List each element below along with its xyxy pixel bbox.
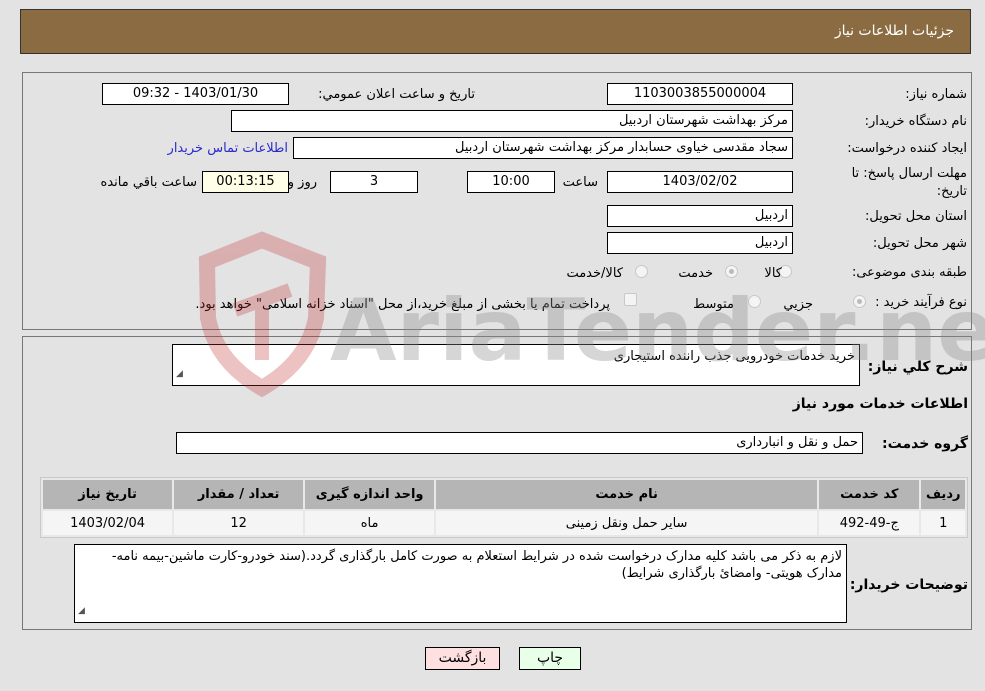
creator-field: سجاد مقدسی خیاوی حسابدار مرکز بهداشت شهر… (293, 137, 793, 159)
cell-row-number: 1 (921, 511, 965, 535)
city-label: شهر محل تحویل: (872, 236, 967, 251)
cell-unit: ماه (305, 511, 435, 535)
description-label: شرح کلي نیاز: (867, 359, 968, 375)
deadline-time-field: 10:00 (467, 171, 555, 193)
process-label: نوع فرآیند خرید : (875, 295, 967, 310)
resize-handle-icon[interactable]: ◢ (176, 366, 183, 383)
back-button[interactable]: بازگشت (425, 647, 500, 670)
buyer-contact-link[interactable]: اطلاعات تماس خریدار (168, 141, 288, 157)
column-header-quantity: تعداد / مقدار (174, 480, 304, 509)
page-title: جزئیات اطلاعات نیاز (834, 23, 954, 39)
buyer-org-label: نام دستگاه خریدار: (864, 114, 967, 129)
remaining-time-label: ساعت باقي مانده (100, 175, 197, 190)
buyer-notes-label: توضیحات خریدار: (849, 577, 968, 593)
process-radio-minor[interactable] (853, 295, 866, 308)
need-number-label: شماره نیاز: (905, 87, 967, 102)
services-table: ردیف کد خدمت نام خدمت واحد اندازه گیری ت… (40, 477, 968, 538)
category-option-goods-service: کالا/خدمت (566, 266, 623, 281)
province-field: اردبیل (607, 205, 793, 227)
category-option-service: خدمت (678, 266, 713, 281)
cell-quantity: 12 (174, 511, 304, 535)
column-header-unit: واحد اندازه گیری (305, 480, 435, 509)
cell-need-date: 1403/02/04 (43, 511, 173, 535)
process-radio-medium[interactable] (748, 295, 761, 308)
category-radio-service[interactable] (725, 265, 738, 278)
table-header-row: ردیف کد خدمت نام خدمت واحد اندازه گیری ت… (43, 480, 965, 509)
description-text: خرید خدمات خودرویی جذب راننده استیجاری (613, 349, 855, 364)
creator-label: ایجاد کننده درخواست: (847, 141, 967, 156)
category-radio-goods-service[interactable] (635, 265, 648, 278)
city-field: اردبیل (607, 232, 793, 254)
print-button[interactable]: چاپ (519, 647, 581, 670)
category-label: طبقه بندی موضوعی: (851, 265, 967, 280)
process-option-medium: متوسط (693, 297, 734, 312)
remaining-time-field: 00:13:15 (202, 171, 289, 193)
description-textarea[interactable]: خرید خدمات خودرویی جذب راننده استیجاری ◢ (172, 344, 860, 386)
service-group-field: حمل و نقل و انبارداری (176, 432, 863, 454)
column-header-need-date: تاریخ نیاز (43, 480, 173, 509)
province-label: استان محل تحویل: (865, 209, 967, 224)
column-header-service-code: کد خدمت (819, 480, 920, 509)
buyer-org-field: مرکز بهداشت شهرستان اردبیل (231, 110, 793, 132)
services-section-title: اطلاعات خدمات مورد نیاز (792, 396, 968, 412)
deadline-date-field: 1403/02/02 (607, 171, 793, 193)
announce-label: تاریخ و ساعت اعلان عمومي: (318, 87, 475, 102)
treasury-note: پرداخت تمام یا بخشی از مبلغ خرید،از محل … (195, 297, 610, 312)
process-option-minor: جزيي (783, 297, 813, 312)
column-header-service-name: نام خدمت (436, 480, 818, 509)
column-header-row-number: ردیف (921, 480, 965, 509)
buyer-notes-text: لازم به ذکر می باشد کلیه مدارک درخواست ش… (111, 549, 842, 581)
cell-service-code: ج-49-492 (819, 511, 920, 535)
cell-service-name: سایر حمل ونقل زمینی (436, 511, 818, 535)
days-remaining-field: 3 (330, 171, 418, 193)
need-number-field: 1103003855000004 (607, 83, 793, 105)
resize-handle-icon[interactable]: ◢ (78, 603, 85, 620)
days-label: روز و (287, 175, 317, 190)
deadline-label: مهلت ارسال پاسخ: تا (851, 166, 967, 181)
service-group-label: گروه خدمت: (882, 436, 968, 452)
announce-datetime-field: 1403/01/30 - 09:32 (102, 83, 289, 105)
treasury-checkbox[interactable] (624, 293, 637, 306)
buyer-notes-textarea[interactable]: لازم به ذکر می باشد کلیه مدارک درخواست ش… (74, 544, 847, 623)
deadline-label-2: تاریخ: (936, 184, 967, 199)
category-option-goods: کالا (764, 266, 782, 281)
page-header: جزئیات اطلاعات نیاز (20, 9, 971, 54)
table-row: 1 ج-49-492 سایر حمل ونقل زمینی ماه 12 14… (43, 511, 965, 535)
deadline-time-label: ساعت (562, 175, 598, 190)
